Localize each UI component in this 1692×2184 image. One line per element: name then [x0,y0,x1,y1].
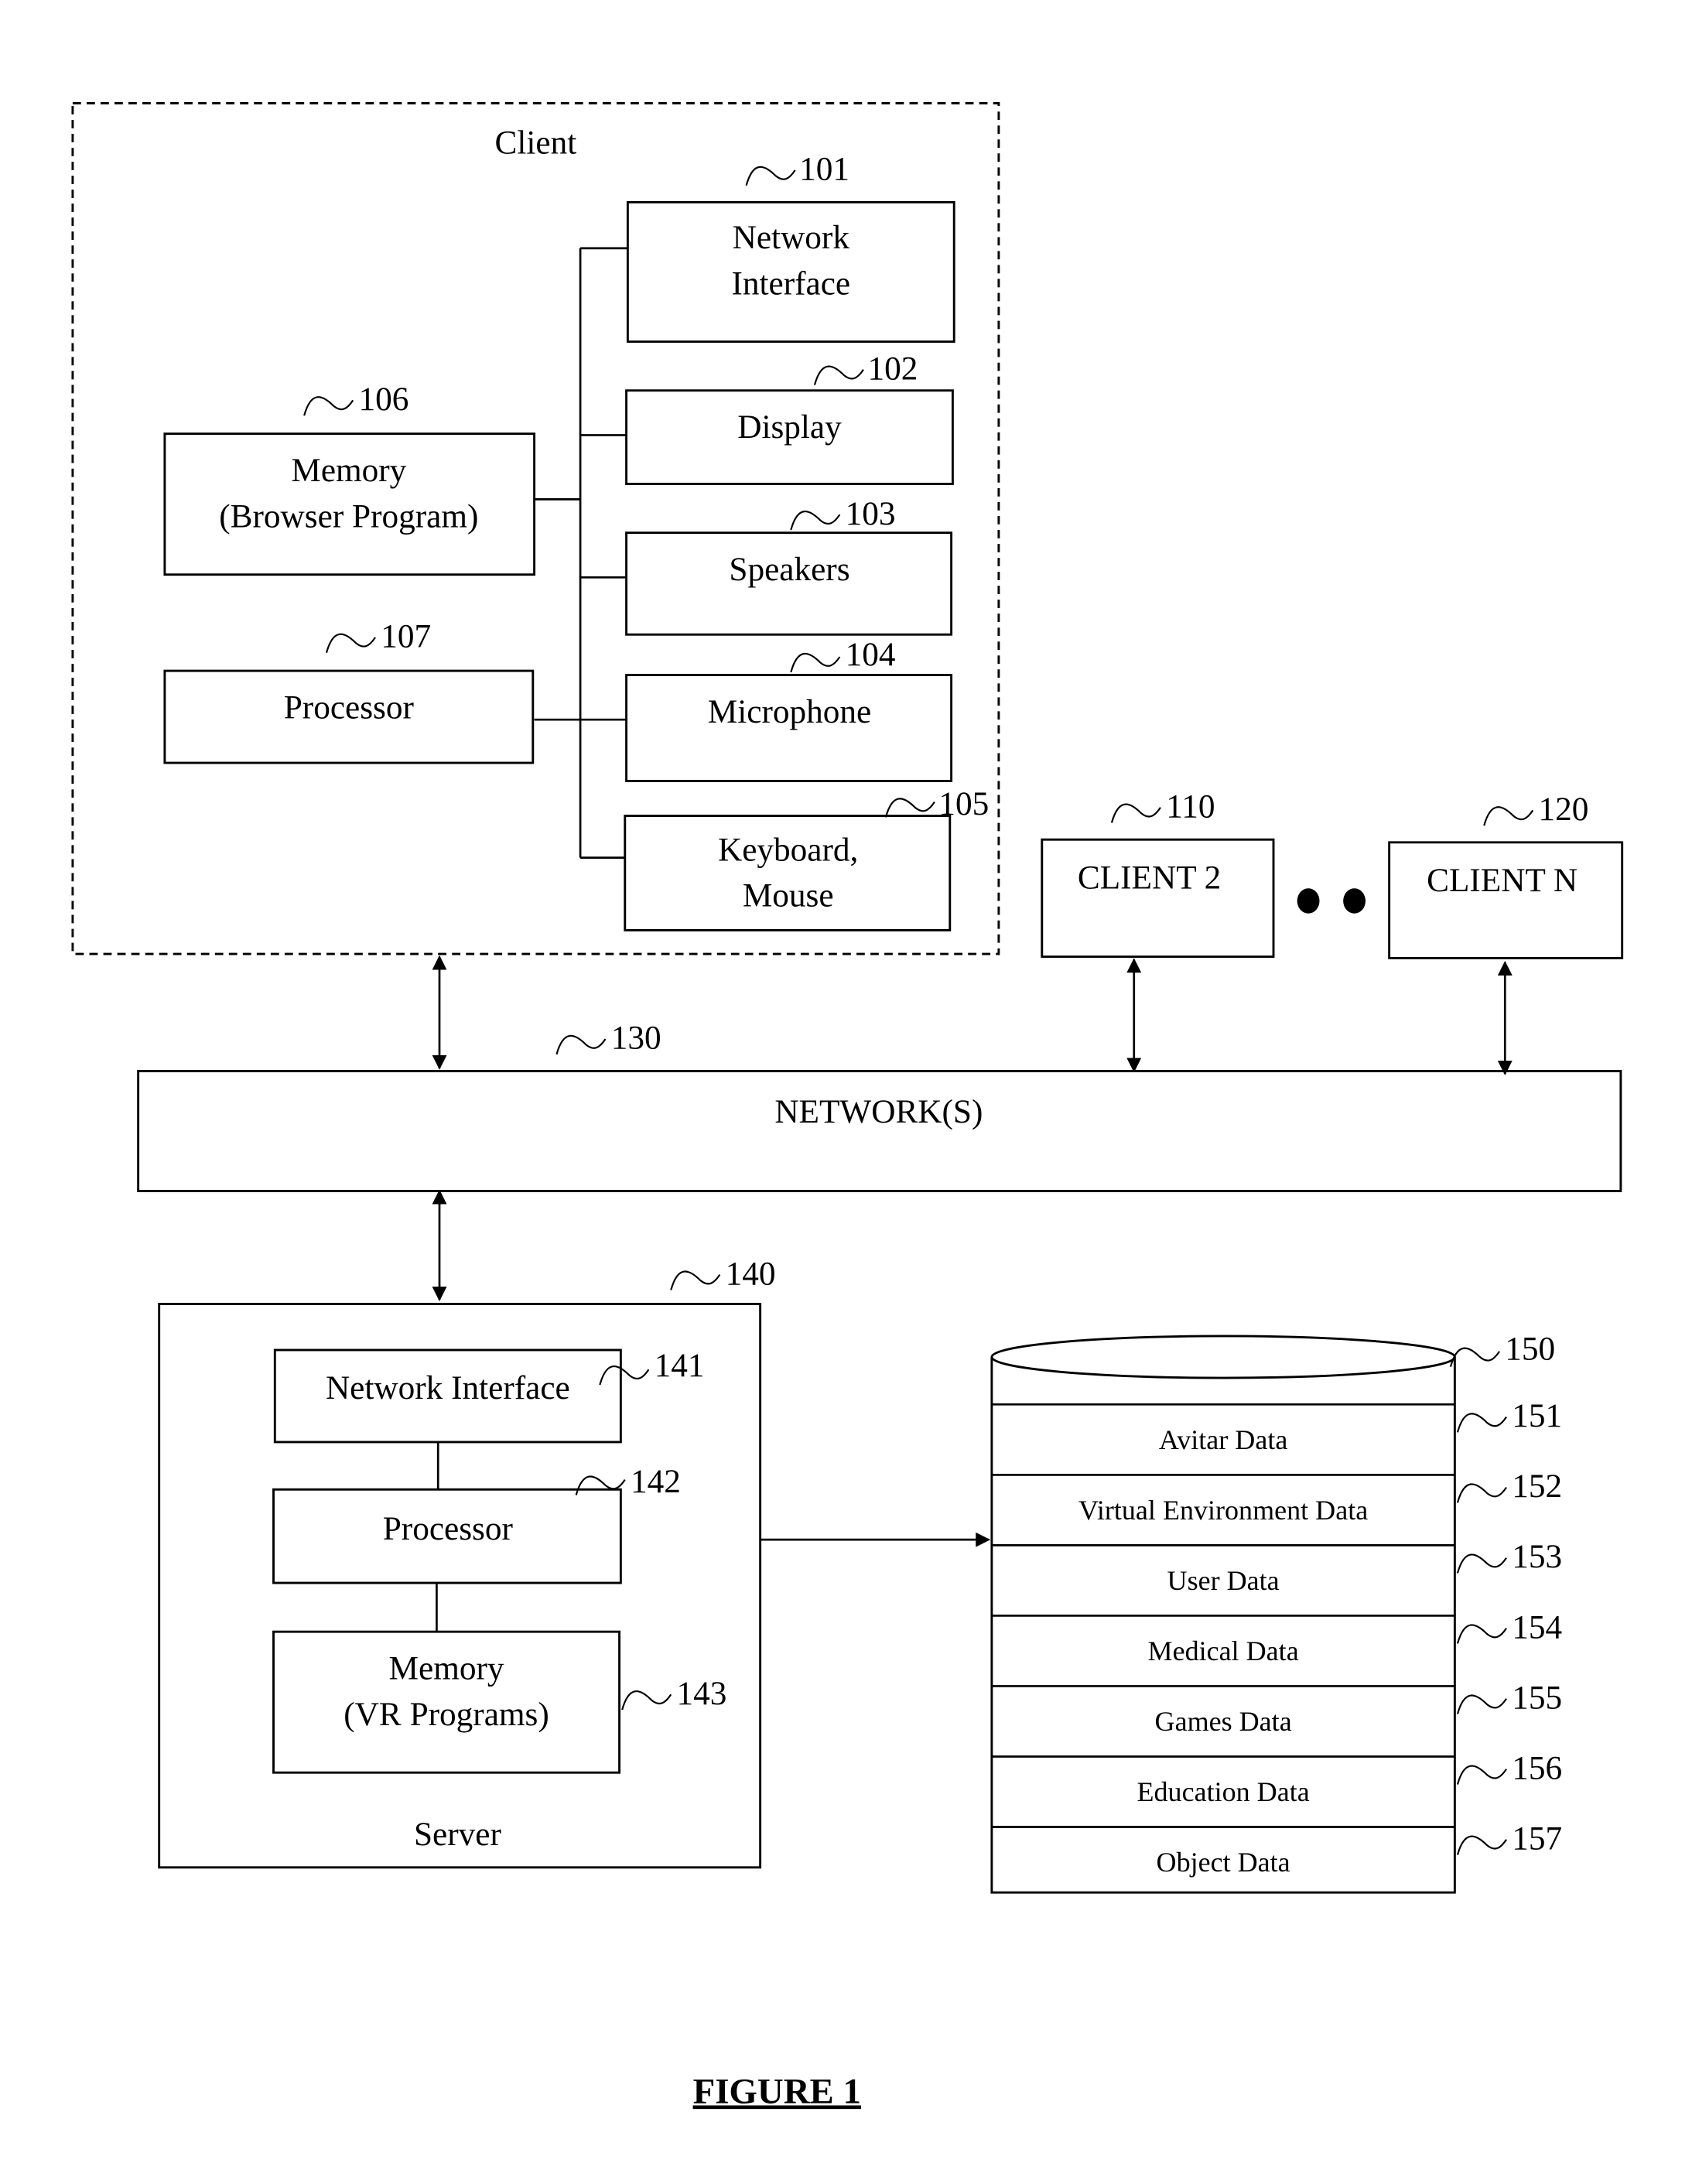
client-keyboard-label-1: Keyboard, [718,831,858,868]
database-row-ref: 153 [1512,1538,1562,1575]
ref-107: 107 [381,617,431,655]
ref-143: 143 [676,1675,726,1712]
client-microphone-box: Microphone 104 [625,636,953,782]
squiggle-104-icon [790,652,841,673]
squiggle-102-icon [813,365,864,385]
squiggle-120-icon [1483,806,1534,826]
ref-106: 106 [358,381,408,418]
server-memory-label-2: (VR Programs) [344,1696,549,1733]
squiggle-icon [1456,1624,1507,1644]
ref-141: 141 [655,1347,705,1384]
client-network-interface-label-1: Network [733,219,850,256]
client-network-interface-box: Network Interface 101 [626,151,955,343]
ref-102: 102 [867,350,918,387]
ref-105: 105 [938,785,989,822]
server-container: Server 140 Network Interface 141 Process… [158,1255,776,1869]
server-network-interface-label: Network Interface [326,1369,570,1406]
squiggle-106-icon [303,396,354,416]
client-network-interface-label-2: Interface [731,265,850,302]
ref-140: 140 [726,1255,776,1292]
system-diagram: Client Network Interface 101 Display 102… [71,101,1624,2111]
client-display-box: Display 102 [625,350,954,485]
database-row-ref: 154 [1512,1608,1562,1646]
database-row-ref: 157 [1512,1820,1562,1857]
squiggle-107-icon [325,633,376,653]
client-memory-label-1: Memory [291,452,406,489]
client-n-box: CLIENT N 120 [1388,791,1624,959]
ref-150: 150 [1505,1331,1555,1368]
client-microphone-label: Microphone [708,693,871,730]
ref-142: 142 [631,1463,681,1500]
ref-101: 101 [799,151,849,188]
server-processor-label: Processor [383,1510,514,1547]
figure-caption: FIGURE 1 [693,2071,861,2111]
database-row-label: Games Data [1155,1706,1292,1737]
client-processor-box: Processor 107 [163,617,535,764]
client-2-label: CLIENT 2 [1078,859,1221,896]
squiggle-101-icon [745,166,796,186]
database-cylinder: 150 Avitar Data 151 Virtual Environment Da… [990,1331,1562,1894]
client-memory-label-2: (Browser Program) [219,497,478,535]
client-2-box: CLIENT 2 110 [1041,788,1275,959]
database-row-ref: 156 [1512,1749,1562,1786]
client-memory-box: Memory (Browser Program) 106 [163,381,536,576]
squiggle-130-icon [555,1034,607,1055]
client-bus [534,247,628,860]
squiggle-110-icon [1110,803,1161,823]
client-keyboard-label-2: Mouse [743,877,834,914]
client-keyboard-mouse-box: Keyboard, Mouse 105 [624,785,989,931]
squiggle-icon [1456,1835,1507,1855]
ref-120: 120 [1539,791,1589,828]
ref-130: 130 [611,1020,661,1057]
ref-110: 110 [1166,788,1215,825]
squiggle-103-icon [790,510,841,531]
squiggle-140-icon [670,1270,721,1290]
network-label: NETWORK(S) [774,1093,983,1130]
client-speakers-box: Speakers 103 [625,495,953,636]
squiggle-150-icon [1449,1347,1500,1367]
database-row-label: Object Data [1157,1847,1290,1878]
client-display-label: Display [737,408,842,446]
ref-103: 103 [846,495,896,532]
squiggle-105-icon [884,798,935,818]
database-row-label: Education Data [1137,1776,1310,1807]
squiggle-icon [1456,1413,1507,1433]
database-row-ref: 151 [1512,1397,1562,1434]
database-row-ref: 152 [1512,1468,1562,1505]
client-speakers-label: Speakers [729,551,849,588]
database-row-ref: 155 [1512,1679,1562,1716]
client-n-label: CLIENT N [1427,862,1577,899]
database-row-label: Medical Data [1148,1635,1299,1666]
squiggle-icon [1456,1765,1507,1785]
more-clients-ellipsis [1297,888,1366,914]
server-memory-label-1: Memory [389,1649,504,1687]
database-row-label: Avitar Data [1159,1424,1287,1455]
network-box: NETWORK(S) 130 [137,1020,1622,1192]
squiggle-icon [1456,1694,1507,1714]
client-title: Client [495,124,577,161]
client-processor-label: Processor [284,689,415,726]
server-title: Server [414,1816,501,1853]
ref-104: 104 [846,636,896,673]
database-row-label: User Data [1167,1565,1280,1596]
squiggle-icon [1456,1483,1507,1503]
squiggle-icon [1456,1553,1507,1574]
database-row-label: Virtual Environment Data [1078,1495,1368,1526]
